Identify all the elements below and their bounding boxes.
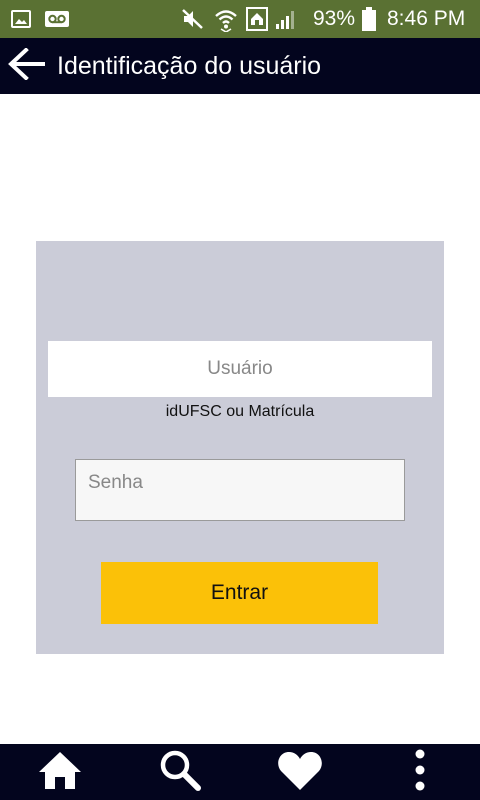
app-bar: Identificação do usuário	[0, 38, 480, 94]
nav-home-button[interactable]	[30, 744, 90, 800]
battery-percent: 93%	[313, 7, 356, 30]
battery-icon	[361, 0, 377, 38]
signal-icon	[274, 0, 298, 38]
home-icon	[37, 750, 83, 795]
voicemail-icon	[44, 0, 70, 38]
more-vert-icon	[413, 748, 427, 797]
arrow-left-icon	[8, 46, 46, 85]
search-icon	[159, 749, 201, 796]
login-button[interactable]: Entrar	[101, 562, 378, 624]
back-button[interactable]	[6, 46, 48, 86]
password-input[interactable]	[75, 459, 405, 521]
home-data-icon	[245, 0, 269, 38]
nav-search-button[interactable]	[150, 744, 210, 800]
bottom-nav	[0, 744, 480, 800]
page-title: Identificação do usuário	[57, 52, 322, 80]
username-input[interactable]	[48, 341, 432, 397]
username-hint: idUFSC ou Matrícula	[165, 403, 315, 420]
mute-icon	[180, 0, 206, 38]
wifi-icon	[213, 0, 239, 38]
heart-icon	[277, 749, 323, 796]
login-panel: idUFSC ou Matrícula Entrar	[36, 241, 444, 654]
nav-favorites-button[interactable]	[270, 744, 330, 800]
status-bar: 93% 8:46 PM	[0, 0, 480, 38]
clock: 8:46 PM	[387, 7, 466, 30]
image-icon	[10, 0, 32, 38]
nav-more-button[interactable]	[390, 744, 450, 800]
